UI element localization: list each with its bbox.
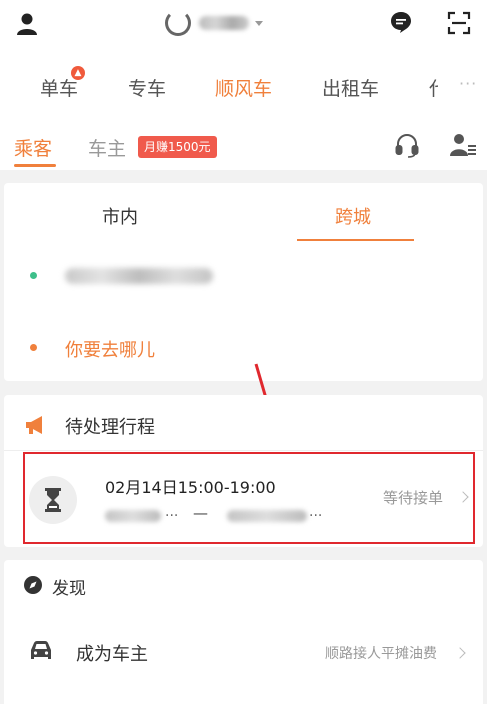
pending-trips-card: 待处理行程 02月14日15:00-19:00 ... — ... 等待接单	[4, 395, 483, 547]
destination-input[interactable]: 你要去哪儿	[65, 336, 155, 362]
intercity-tab-indicator	[297, 239, 414, 241]
message-icon[interactable]	[389, 10, 413, 34]
discover-title: 发现	[52, 579, 86, 599]
pending-trips-title: 待处理行程	[65, 417, 155, 438]
tab-in-city[interactable]: 市内	[102, 203, 138, 229]
megaphone-icon	[26, 416, 42, 434]
tab-designated-driver[interactable]: 代	[429, 74, 438, 101]
role-tabs: 乘客 车主 月赚1500元	[0, 120, 487, 170]
start-dot	[30, 272, 37, 279]
earn-badge: 月赚1500元	[138, 136, 217, 158]
hourglass-icon	[45, 488, 61, 512]
trip-origin-ellipsis: ...	[165, 504, 179, 520]
car-icon	[31, 641, 51, 659]
compass-icon	[24, 576, 42, 594]
start-location-blurred[interactable]	[65, 268, 213, 284]
trip-arrow: —	[193, 504, 208, 522]
top-bar	[0, 0, 487, 48]
tab-premier[interactable]: 专车	[128, 74, 166, 101]
tab-driver[interactable]: 车主	[88, 134, 126, 161]
city-name-blurred	[199, 16, 249, 30]
chevron-down-icon	[255, 20, 263, 26]
driver-profile-icon[interactable]	[449, 132, 477, 158]
trip-destination-blurred	[227, 510, 307, 522]
trip-origin-blurred	[105, 510, 161, 522]
become-driver-desc: 顺路接人平摊油费	[325, 646, 437, 662]
divider	[4, 450, 483, 451]
trip-status: 等待接单	[383, 489, 444, 507]
tab-taxi[interactable]: 出租车	[322, 74, 379, 101]
scan-icon[interactable]	[447, 11, 471, 35]
chevron-right-icon	[454, 647, 466, 659]
become-driver-link[interactable]: 成为车主	[76, 640, 148, 666]
tab-hitch[interactable]: 顺风车	[215, 74, 272, 101]
trip-destination-ellipsis: ...	[309, 504, 323, 520]
fire-icon: ▲	[71, 66, 85, 80]
route-card: 市内 跨城 你要去哪儿	[4, 183, 483, 381]
more-icon[interactable]: ···	[459, 74, 477, 93]
city-selector[interactable]	[165, 10, 263, 36]
discover-card: 发现 成为车主 顺路接人平摊油费	[4, 560, 483, 704]
active-tab-indicator	[14, 164, 56, 167]
tab-intercity[interactable]: 跨城	[335, 203, 371, 229]
pending-trip-row[interactable]: 02月14日15:00-19:00 ... — ... 等待接单	[23, 452, 475, 544]
trip-time: 02月14日15:00-19:00	[105, 478, 276, 497]
chevron-right-icon	[457, 491, 469, 503]
end-dot	[30, 344, 37, 351]
headset-icon[interactable]	[394, 132, 420, 158]
hourglass-icon-wrap	[29, 476, 77, 524]
didi-logo-icon	[165, 10, 191, 36]
tab-passenger[interactable]: 乘客	[14, 134, 52, 161]
user-icon[interactable]	[16, 12, 38, 36]
service-tabs: 单车 专车 顺风车 出租车 代	[0, 48, 487, 120]
